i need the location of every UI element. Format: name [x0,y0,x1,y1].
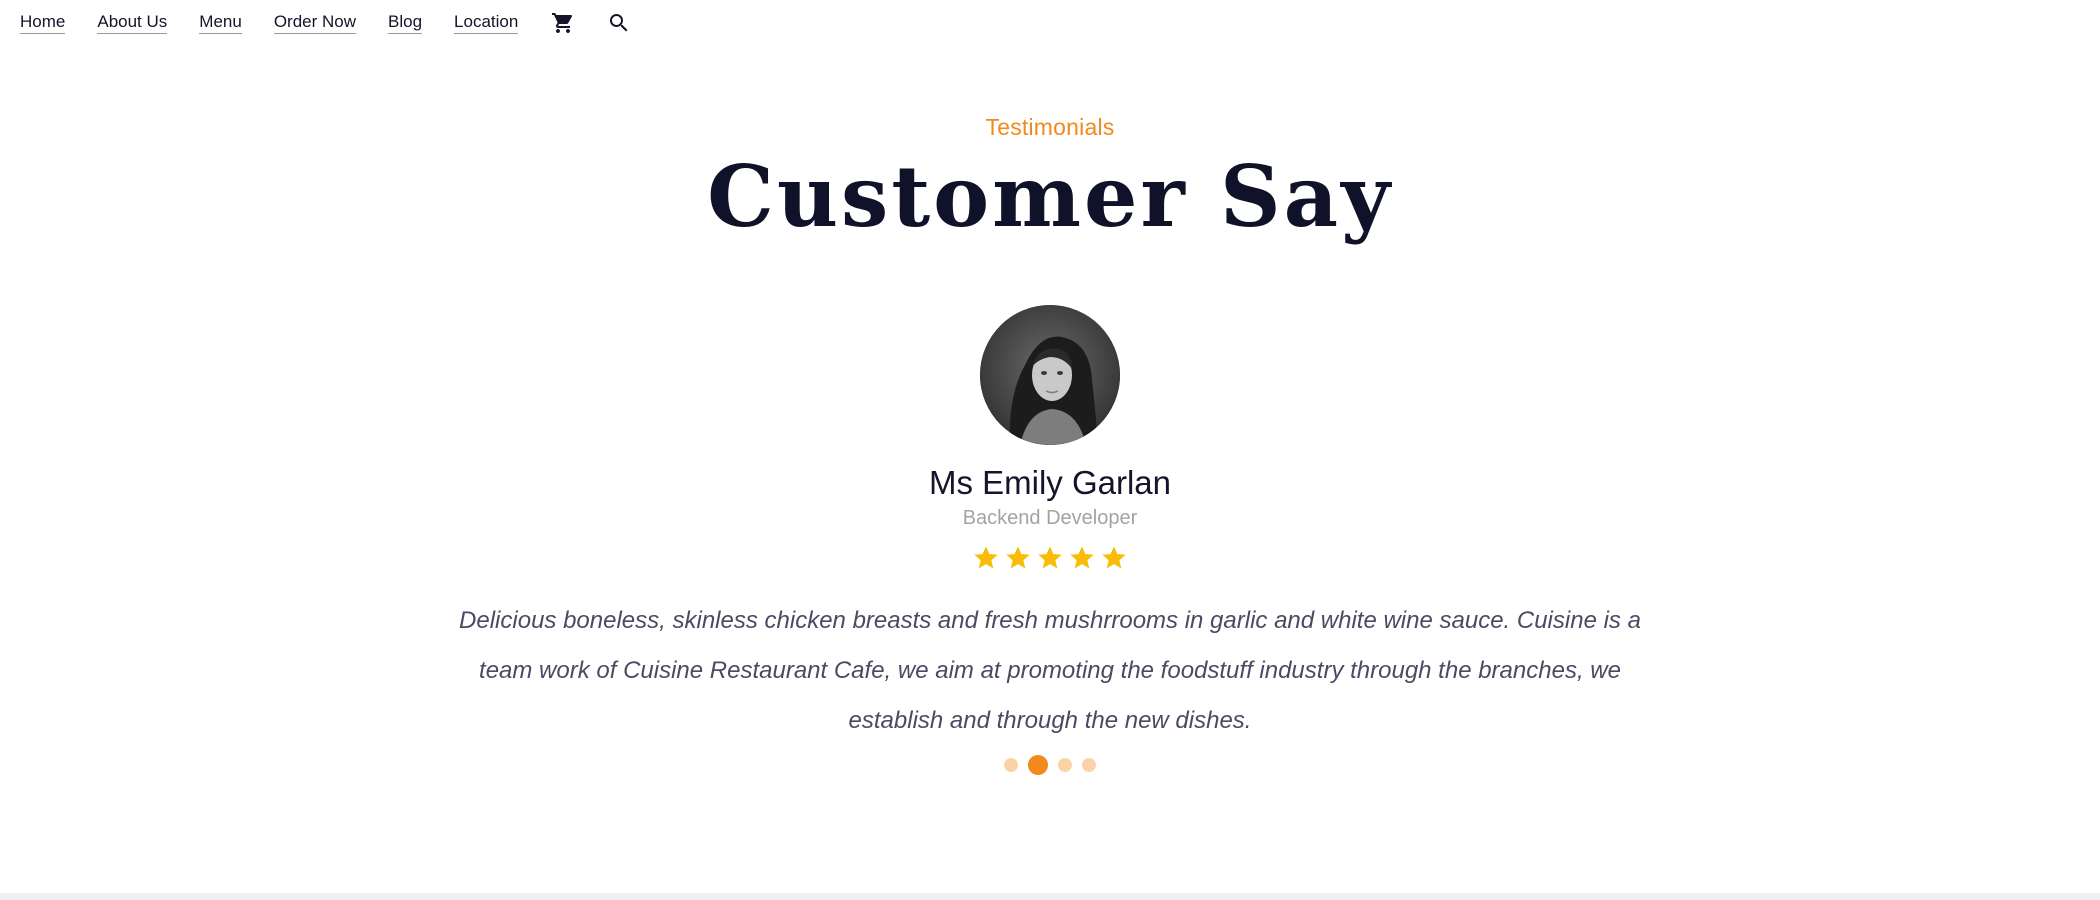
star-icon [1068,544,1096,572]
star-rating [0,544,2100,572]
testimonial-quote: Delicious boneless, skinless chicken bre… [459,607,1641,734]
carousel-dot[interactable] [1058,758,1072,772]
footer-edge [0,893,2100,900]
section-title: Customer Say [707,147,1393,246]
star-icon [1100,544,1128,572]
star-icon [1004,544,1032,572]
testimonials-section: Testimonials Customer Say Ms Emily Garla… [0,0,2100,893]
avatar [980,305,1120,445]
reviewer-role: Backend Developer [962,507,1138,529]
carousel-pagination [0,755,2100,775]
carousel-dot[interactable] [1028,755,1048,775]
star-icon [972,544,1000,572]
section-eyebrow: Testimonials [985,114,1115,140]
star-icon [1036,544,1064,572]
carousel-dot[interactable] [1004,758,1018,772]
carousel-dot[interactable] [1082,758,1096,772]
reviewer-name: Ms Emily Garlan [928,464,1172,501]
